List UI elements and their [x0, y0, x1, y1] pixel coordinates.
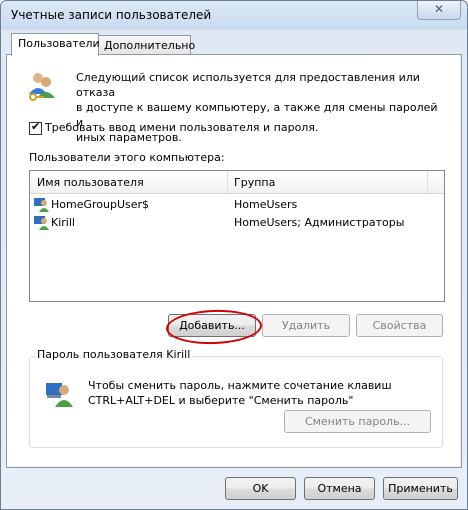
user-name-cell: HomeGroupUser$	[51, 198, 150, 211]
table-row[interactable]: HomeGroupUser$ HomeUsers	[30, 195, 444, 213]
table-row[interactable]: Kirill HomeUsers; Администраторы	[30, 213, 444, 231]
require-login-label[interactable]: Требовать ввод имени пользователя и паро…	[45, 121, 318, 134]
password-group-label: Пароль пользователя Kirill	[35, 348, 193, 361]
remove-user-button[interactable]: Удалить	[262, 314, 350, 337]
require-login-checkbox[interactable]: ✔	[29, 120, 42, 135]
apply-button[interactable]: Применить	[383, 477, 458, 500]
tab-advanced[interactable]: Дополнительно	[97, 35, 195, 56]
change-password-button[interactable]: Сменить пароль...	[284, 410, 431, 433]
tab-advanced-label: Дополнительно	[104, 39, 196, 52]
users-section-label: Пользователи этого компьютера:	[29, 151, 225, 164]
user-group-cell: HomeUsers; Администраторы	[234, 216, 405, 229]
tab-users-label: Пользователи	[18, 37, 100, 50]
password-hint-line: CTRL+ALT+DEL и выберите "Сменить пароль"	[88, 394, 354, 407]
window-title: Учетные записи пользователей	[11, 8, 212, 22]
users-list[interactable]: Имя пользователя Группа HomeGroupUser$ H…	[29, 170, 445, 302]
ok-button[interactable]: OK	[225, 477, 296, 500]
column-separator[interactable]	[227, 171, 228, 193]
password-hint: Чтобы сменить пароль, нажмите сочетание …	[88, 378, 392, 408]
list-header: Имя пользователя Группа	[30, 171, 444, 194]
column-separator[interactable]	[427, 171, 428, 193]
user-name-cell: Kirill	[51, 216, 75, 229]
info-line: Следующий список используется для предос…	[76, 71, 420, 99]
checkmark-icon: ✔	[31, 120, 41, 133]
users-keys-icon	[24, 70, 58, 104]
user-icon	[33, 214, 49, 230]
user-icon	[33, 196, 49, 212]
user-password-icon	[44, 377, 74, 409]
title-bar[interactable]: Учетные записи пользователей ✕	[1, 1, 467, 29]
column-header-name[interactable]: Имя пользователя	[37, 176, 144, 189]
password-hint-line: Чтобы сменить пароль, нажмите сочетание …	[88, 379, 392, 392]
user-group-cell: HomeUsers	[234, 198, 298, 211]
close-button[interactable]: ✕	[417, 1, 461, 20]
close-icon: ✕	[434, 2, 445, 16]
column-header-group[interactable]: Группа	[234, 176, 275, 189]
cancel-button[interactable]: Отмена	[304, 477, 375, 500]
properties-button[interactable]: Свойства	[356, 314, 443, 337]
tab-users[interactable]: Пользователи	[11, 33, 100, 56]
